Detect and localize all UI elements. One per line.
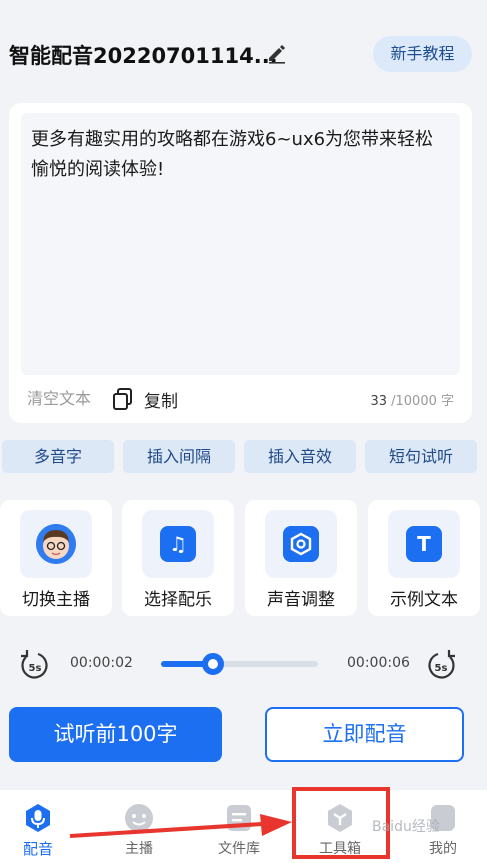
dub-now-button[interactable]: 立即配音 [265, 707, 464, 762]
audio-player: 5s 00:00:02 00:00:06 5s [0, 645, 487, 685]
music-note-icon: ♫ [160, 526, 196, 562]
nav-file-library-label: 文件库 [218, 841, 260, 857]
tutorial-button[interactable]: 新手教程 [373, 36, 472, 72]
voice-adjust-tool[interactable]: 声音调整 [245, 500, 357, 616]
project-title: 智能配音20220701114... [9, 44, 278, 68]
progress-slider[interactable] [161, 661, 318, 667]
select-music-icon-box: ♫ [142, 510, 214, 578]
progress-thumb[interactable] [201, 653, 224, 675]
copy-icon[interactable] [112, 387, 134, 411]
skip-back-5s-icon[interactable]: 5s [18, 648, 52, 682]
settings-gear-icon [283, 526, 319, 562]
text-card: 更多有趣实用的攻略都在游戏6~ux6为您带来轻松愉悦的阅读体验! 清空文本 复制… [9, 103, 472, 423]
sentence-preview-chip[interactable]: 短句试听 [365, 440, 477, 473]
skip-back-label: 5s [29, 663, 42, 674]
select-music-tool[interactable]: ♫ 选择配乐 [122, 500, 234, 616]
nav-anchor-label: 主播 [125, 841, 153, 857]
insert-pause-chip[interactable]: 插入间隔 [123, 440, 235, 473]
sample-text-icon-box: T [388, 510, 460, 578]
header: 智能配音20220701114... 新手教程 [0, 30, 487, 80]
switch-anchor-tool[interactable]: 切换主播 [0, 500, 112, 616]
polyphone-chip[interactable]: 多音字 [2, 440, 114, 473]
skip-forward-label: 5s [435, 663, 448, 674]
nav-profile-label: 我的 [429, 841, 457, 857]
char-count: 33 /10000 字 [370, 390, 454, 409]
sample-text-label: 示例文本 [390, 590, 458, 610]
avatar-icon [36, 524, 76, 564]
text-input-area[interactable]: 更多有趣实用的攻略都在游戏6~ux6为您带来轻松愉悦的阅读体验! [21, 113, 460, 375]
switch-anchor-icon-box [20, 510, 92, 578]
skip-forward-5s-icon[interactable]: 5s [424, 648, 458, 682]
current-time: 00:00:02 [70, 655, 133, 671]
voice-adjust-label: 声音调整 [267, 590, 335, 610]
clear-text-button[interactable]: 清空文本 [27, 385, 91, 409]
voice-adjust-icon-box [265, 510, 337, 578]
nav-dubbing-label: 配音 [22, 840, 53, 858]
char-count-value: 33 [370, 394, 387, 409]
edit-tools-row: 多音字 插入间隔 插入音效 短句试听 [0, 440, 487, 474]
mic-icon [26, 804, 50, 832]
edit-pencil-icon[interactable] [266, 42, 288, 64]
preview-100-chars-button[interactable]: 试听前100字 [9, 707, 222, 762]
total-time: 00:00:06 [347, 655, 410, 671]
copy-button[interactable]: 复制 [144, 387, 178, 412]
select-music-label: 选择配乐 [144, 590, 212, 610]
char-count-limit: /10000 字 [391, 394, 454, 409]
sample-text-tool[interactable]: T 示例文本 [368, 500, 480, 616]
switch-anchor-label: 切换主播 [22, 590, 90, 610]
watermark: Baidu经验 [372, 819, 440, 835]
insert-sound-effect-chip[interactable]: 插入音效 [244, 440, 356, 473]
text-t-icon: T [406, 526, 442, 562]
annotation-arrow-icon [69, 814, 292, 838]
